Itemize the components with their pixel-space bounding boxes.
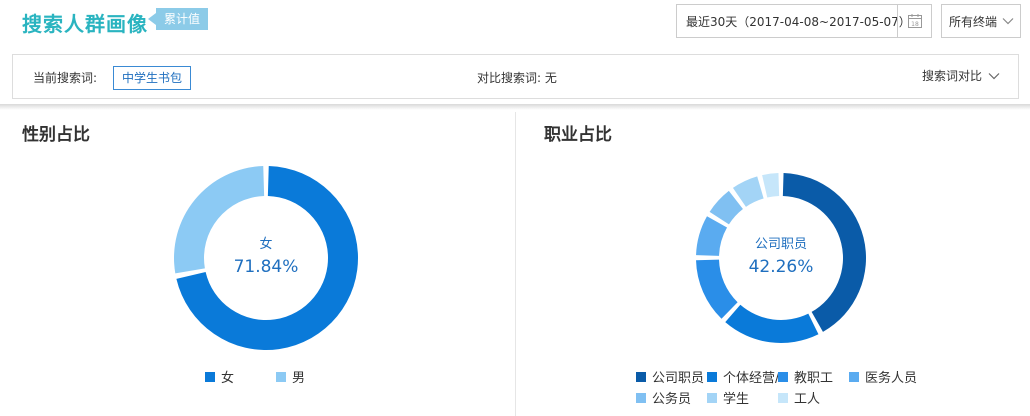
compare-keyword-label: 对比搜索词: 无: [477, 71, 557, 85]
legend-swatch: [205, 371, 215, 382]
legend-item[interactable]: 个体经营/: [707, 367, 779, 386]
legend-label: 公司职员: [652, 371, 705, 386]
compare-keyword-dropdown[interactable]: 搜索词对比: [922, 67, 1000, 84]
current-keyword-chip[interactable]: 中学生书包: [113, 66, 192, 90]
slice-1[interactable]: [782, 173, 866, 332]
legend-label: 教职工: [794, 371, 834, 386]
slice-3[interactable]: [696, 259, 738, 319]
legend-item[interactable]: 工人: [778, 388, 820, 407]
cumulative-badge: 累计值: [147, 8, 209, 30]
legend-item[interactable]: 公司职员: [636, 367, 704, 386]
legend-item[interactable]: 医务人员: [849, 367, 917, 386]
date-range-picker[interactable]: 最近30天（2017-04-08~2017-05-07） 18: [676, 4, 932, 38]
slice-2[interactable]: [725, 304, 819, 343]
legend-swatch: [636, 392, 646, 403]
slice-7[interactable]: [762, 173, 780, 198]
legend-swatch: [636, 371, 646, 382]
legend-label: 医务人员: [865, 371, 918, 386]
calendar-button[interactable]: 18: [897, 5, 931, 37]
legend-item[interactable]: 男: [276, 367, 305, 386]
legend-swatch: [778, 371, 788, 382]
page-header: 搜索人群画像 累计值 最近30天（2017-04-08~2017-05-07） …: [0, 0, 1030, 44]
legend-label: 工人: [794, 392, 821, 407]
calendar-day: 18: [911, 21, 919, 28]
legend-item[interactable]: 学生: [707, 388, 749, 407]
slice-5[interactable]: [709, 190, 743, 225]
legend-label: 男: [292, 371, 306, 386]
legend-item[interactable]: 教职工: [778, 367, 833, 386]
chevron-down-icon: [1002, 18, 1014, 25]
center-value: 42.26%: [749, 257, 814, 277]
page-title: 搜索人群画像: [22, 12, 148, 36]
slice-4[interactable]: [696, 216, 728, 256]
center-label: 女: [259, 236, 272, 252]
center-label: 公司职员: [755, 237, 807, 252]
legend-label: 学生: [723, 392, 750, 407]
current-keyword-label: 当前搜索词:: [33, 71, 98, 85]
keyword-filter-bar: 当前搜索词: 中学生书包 对比搜索词: 无 搜索词对比: [12, 54, 1019, 99]
legend-swatch: [778, 392, 788, 403]
legend-swatch: [276, 371, 286, 382]
legend-item[interactable]: 女: [205, 367, 234, 386]
section-shadow: [0, 104, 1030, 110]
legend-swatch: [707, 392, 717, 403]
legend-label: 个体经营/: [723, 371, 780, 386]
calendar-icon: 18: [907, 14, 922, 28]
legend-label: 公务员: [652, 392, 692, 407]
compare-dropdown-label: 搜索词对比: [921, 69, 982, 83]
chevron-down-icon: [988, 72, 1000, 79]
legend-swatch: [707, 371, 717, 382]
date-range-text: 最近30天（2017-04-08~2017-05-07）: [686, 14, 911, 29]
legend-item[interactable]: 公务员: [636, 388, 691, 407]
legend-label: 女: [221, 371, 235, 386]
legend-swatch: [849, 371, 859, 382]
device-select[interactable]: 所有终端: [941, 4, 1021, 38]
device-select-value: 所有终端: [949, 14, 998, 29]
center-value: 71.84%: [234, 257, 299, 277]
gender-donut-chart: 女 71.84%: [174, 166, 358, 350]
